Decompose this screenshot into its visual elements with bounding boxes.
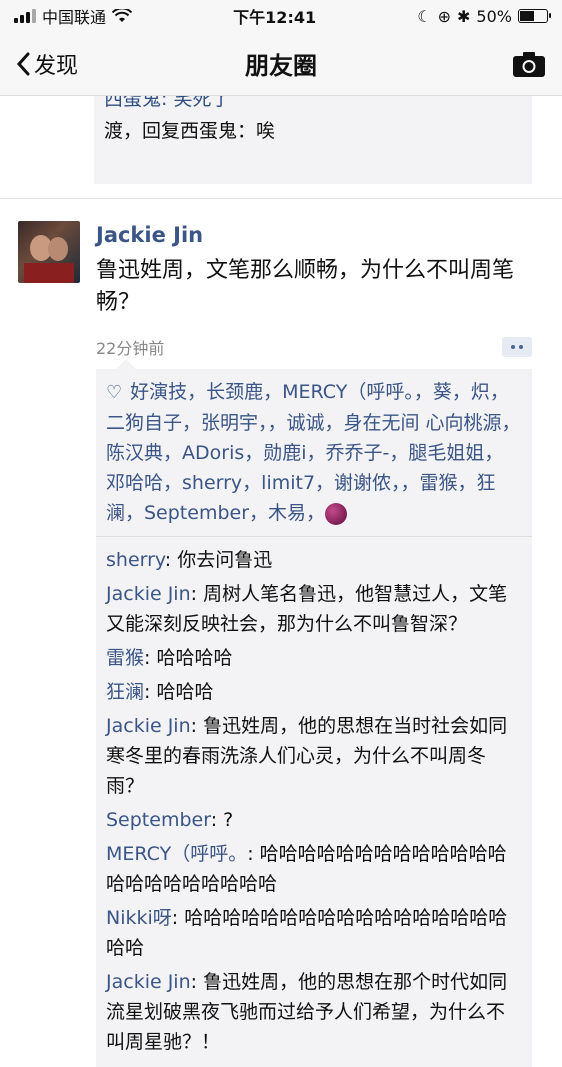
moments-feed[interactable]: 西蛋鬼: 笑死了 渡，回复西蛋鬼：唉 Jackie Jin 鲁迅姓周，文笔那么顺… [0,96,562,1067]
comment-line: 渡，回复西蛋鬼：唉 [104,120,276,142]
comment-text: 你去问鲁迅 [177,549,273,571]
chevron-left-icon [16,52,30,75]
comment-separator: : [144,681,157,703]
post-text: 鲁迅姓周，文笔那么顺畅，为什么不叫周笔畅？ [96,258,515,315]
bluetooth-icon: ✱ [457,6,471,26]
moment-post: Jackie Jin 鲁迅姓周，文笔那么顺畅，为什么不叫周笔畅？ 22分钟前 ♡… [0,199,562,1067]
comment-author[interactable]: 雷猴 [106,647,144,669]
clock: 下午12:41 [233,8,317,27]
comment-separator: : [164,549,178,571]
comment-separator: : [210,809,224,831]
comment-item[interactable]: MERCY（呼呼。: 哈哈哈哈哈哈哈哈哈哈哈哈哈哈哈哈哈哈哈哈哈哈 [106,839,522,899]
comment-item[interactable]: Nikki呀: 哈哈哈哈哈哈哈哈哈哈哈哈哈哈哈哈哈哈哈 [106,903,522,963]
nav-bar: 发现 朋友圈 [0,32,562,96]
comment-author[interactable]: Jackie Jin [106,715,191,737]
comment-item[interactable]: 狂澜: 哈哈哈 [106,677,522,707]
comment-author[interactable]: Nikki呀 [106,907,172,929]
likes-names[interactable]: 好演技，长颈鹿，MERCY（呼呼。，葵，炽，二狗自子，张明宇，，诚诚，身在无间 … [106,381,521,524]
heart-icon: ♡ [106,382,123,403]
comment-text: 哈哈哈哈 [156,647,233,669]
rotation-lock-icon: ⊕ [437,6,452,26]
comment-separator: : [190,583,204,605]
comment-item[interactable]: Jackie Jin: 鲁迅姓周，他的思想在当时社会如同寒冬里的春雨洗涤人们心灵… [106,711,522,801]
battery-icon [517,9,551,23]
comment-item[interactable]: Jackie Jin: 鲁迅姓周，他的思想在那个时代如同流星划破黑夜飞驰而过给予… [106,967,522,1057]
comment-separator: : [171,907,185,929]
comment-author[interactable]: Jackie Jin [106,971,191,993]
signal-icon [14,9,36,23]
comment-separator: : [190,971,204,993]
camera-icon[interactable] [512,50,546,78]
back-label: 发现 [34,53,79,79]
comment-text: ? [223,809,234,831]
post-time: 22分钟前 [96,339,165,358]
post-author[interactable]: Jackie Jin [96,223,532,247]
comment-author[interactable]: 狂澜 [106,681,144,703]
more-actions-button[interactable] [502,337,532,357]
interaction-box: ♡ 好演技，长颈鹿，MERCY（呼呼。，葵，炽，二狗自子，张明宇，，诚诚，身在无间… [96,359,532,1067]
comment-item[interactable]: Jackie Jin: 周树人笔名鲁迅，他智慧过人，文笔又能深刻反映社会，那为什… [106,579,522,639]
previous-comments: 西蛋鬼: 笑死了 渡，回复西蛋鬼：唉 [94,96,532,184]
comment-item[interactable]: sherry: 你去问鲁迅 [106,545,522,575]
post-meta: 22分钟前 [96,335,532,359]
comment-separator: : [144,647,157,669]
comment-separator: : [247,843,260,865]
page-title: 朋友圈 [245,52,317,80]
back-button[interactable]: 发现 [16,48,78,80]
comment-item[interactable]: September: ? [106,805,522,835]
comment-item[interactable]: 雷猴: 哈哈哈哈 [106,643,522,673]
comment-author[interactable]: sherry [106,549,165,571]
grape-emoji-icon [325,502,348,525]
carrier: 中国联通 [42,8,107,27]
comments-list: sherry: 你去问鲁迅 Jackie Jin: 周树人笔名鲁迅，他智慧过人，文… [106,545,522,1057]
likes-list: ♡ 好演技，长颈鹿，MERCY（呼呼。，葵，炽，二狗自子，张明宇，，诚诚，身在无间… [106,377,522,528]
comment-text: 哈哈哈 [156,681,214,703]
wifi-icon [112,9,133,22]
likes-divider [96,536,532,537]
avatar[interactable] [18,221,80,283]
battery-percent: 50% [476,6,512,26]
moon-icon: ☾ [417,6,432,26]
status-bar: 中国联通 下午12:41 ☾ ⊕ ✱ 50% [0,0,562,32]
comment-separator: : [190,715,204,737]
comment-author[interactable]: MERCY（呼呼。 [106,843,247,865]
comment-author[interactable]: September [106,809,211,831]
comment-author[interactable]: Jackie Jin [106,583,191,605]
comment-cut: 西蛋鬼: 笑死了 [104,96,231,110]
